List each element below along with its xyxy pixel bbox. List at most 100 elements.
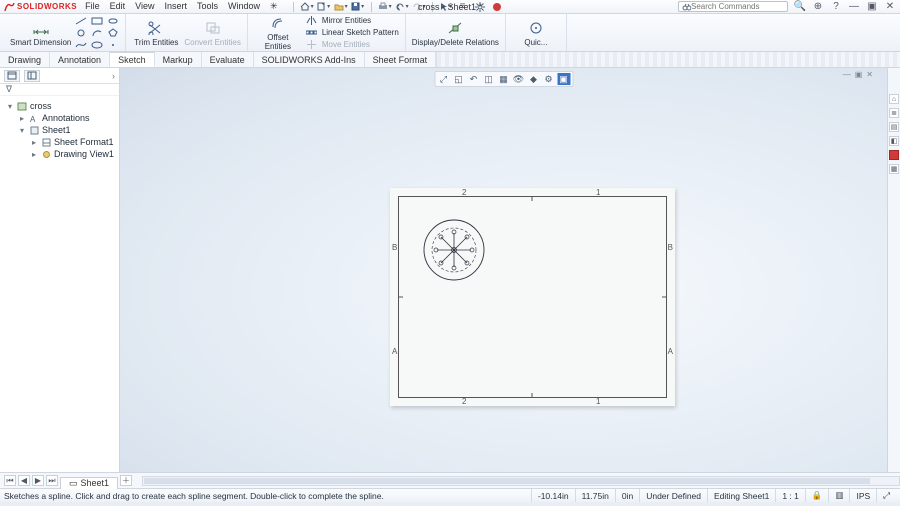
menu-more-icon[interactable]: ✳ — [270, 1, 278, 12]
feature-filter[interactable]: ∇ — [0, 84, 119, 96]
circle-icon[interactable] — [75, 28, 87, 38]
polygon-icon[interactable] — [107, 28, 119, 38]
ribbon: Smart Dimension Trim Entities Convert En… — [0, 14, 900, 52]
sheet-tab-active[interactable]: ▭ Sheet1 — [60, 477, 118, 489]
mirror-icon — [306, 16, 318, 26]
scene-button[interactable]: ◆ — [527, 73, 540, 85]
sheet-nav-next[interactable]: ▶ — [32, 475, 44, 486]
task-resources-icon[interactable]: ≣ — [889, 108, 899, 118]
feature-manager-tabs: › — [0, 68, 119, 84]
sheet-nav-prev[interactable]: ◀ — [18, 475, 30, 486]
tab-addins[interactable]: SOLIDWORKS Add-Ins — [254, 52, 365, 67]
tree-root[interactable]: ▾cross — [4, 100, 115, 112]
zone-left-b: B — [392, 243, 397, 252]
tab-markup[interactable]: Markup — [155, 52, 202, 67]
sheet-add-button[interactable]: ＋ — [120, 475, 132, 486]
tree-sheet-format[interactable]: ▸Sheet Format1 — [4, 136, 115, 148]
minimize-button[interactable]: — — [848, 2, 860, 12]
help-icon[interactable]: ? — [830, 2, 842, 12]
menu-view[interactable]: View — [135, 1, 154, 12]
new-document-button[interactable] — [317, 1, 331, 13]
spline-icon[interactable] — [75, 40, 87, 50]
zone-right-a: A — [668, 347, 673, 356]
status-units[interactable]: IPS — [849, 489, 876, 502]
status-fullscreen-icon[interactable]: ⤢ — [876, 489, 896, 502]
view-settings-button[interactable]: ⚙ — [542, 73, 555, 85]
sheet-border: 2 1 2 1 B A B A — [398, 196, 667, 398]
mirror-entities-button[interactable]: Mirror Entities — [306, 15, 399, 26]
quick-snaps-button[interactable]: Quic... — [512, 19, 560, 47]
undo-button[interactable] — [395, 1, 409, 13]
app-logo-icon — [4, 2, 15, 12]
zoom-fit-button[interactable]: ⤢ — [437, 73, 450, 85]
status-lock-icon[interactable]: 🔒 — [805, 489, 829, 502]
hide-show-button[interactable]: 👁 — [512, 73, 525, 85]
open-document-button[interactable] — [334, 1, 348, 13]
appearance-button[interactable] — [490, 1, 504, 13]
home-button[interactable] — [300, 1, 314, 13]
display-style-button[interactable]: ▦ — [497, 73, 510, 85]
fm-tab-property[interactable] — [24, 70, 40, 82]
drawing-view-cross[interactable] — [419, 215, 489, 285]
annotations-icon: A — [29, 113, 39, 123]
zone-left-a: A — [392, 347, 397, 356]
trim-entities-button[interactable]: Trim Entities — [132, 19, 180, 47]
slot-icon[interactable] — [107, 16, 119, 26]
close-button[interactable]: ✕ — [884, 2, 896, 12]
workspace: › ∇ ▾cross ▸AAnnotations ▾Sheet1 ▸Sheet … — [0, 68, 900, 488]
tab-evaluate[interactable]: Evaluate — [202, 52, 254, 67]
prev-view-button[interactable]: ↶ — [467, 73, 480, 85]
tab-sketch[interactable]: Sketch — [110, 52, 155, 67]
ellipse-icon[interactable] — [91, 40, 103, 50]
tab-sheet-format[interactable]: Sheet Format — [365, 52, 437, 67]
tree-drawing-view[interactable]: ▸Drawing View1 — [4, 148, 115, 160]
tree-annotations[interactable]: ▸AAnnotations — [4, 112, 115, 124]
menu-edit[interactable]: Edit — [110, 1, 126, 12]
tab-drawing[interactable]: Drawing — [0, 52, 50, 67]
drawing-sheet[interactable]: 2 1 2 1 B A B A — [390, 188, 675, 406]
task-palette-icon[interactable]: ◧ — [889, 136, 899, 146]
task-library-icon[interactable]: ▤ — [889, 122, 899, 132]
heads-up-toolbar: ⤢ ◱ ↶ ◫ ▦ 👁 ◆ ⚙ ▣ — [434, 71, 573, 87]
arc-icon[interactable] — [91, 28, 103, 38]
fm-expand-icon[interactable]: › — [112, 71, 115, 81]
sheet-nav-first[interactable]: ⏮ — [4, 475, 16, 486]
whatsnew-icon[interactable]: ⊕ — [812, 2, 824, 12]
task-custom-icon[interactable]: ▦ — [889, 164, 899, 174]
save-button[interactable] — [351, 1, 365, 13]
menu-tools[interactable]: Tools — [197, 1, 218, 12]
graphics-area[interactable]: ⤢ ◱ ↶ ◫ ▦ 👁 ◆ ⚙ ▣ — ▣ ✕ 2 1 2 1 B A B A — [120, 68, 887, 472]
tab-annotation[interactable]: Annotation — [50, 52, 110, 67]
zoom-area-button[interactable]: ◱ — [452, 73, 465, 85]
smart-dimension-button[interactable]: Smart Dimension — [10, 19, 71, 47]
view-cube-button[interactable]: ▣ — [557, 73, 570, 85]
mdi-restore[interactable]: ▣ — [855, 70, 863, 79]
status-scale[interactable]: 1 : 1 — [775, 489, 805, 502]
mdi-minimize[interactable]: — — [843, 70, 851, 79]
fm-tab-tree[interactable] — [4, 70, 20, 82]
menu-insert[interactable]: Insert — [165, 1, 188, 12]
zone-top-1: 1 — [596, 188, 600, 197]
menu-window[interactable]: Window — [228, 1, 260, 12]
point-icon[interactable] — [107, 40, 119, 50]
search-input[interactable] — [691, 2, 781, 11]
section-view-button[interactable]: ◫ — [482, 73, 495, 85]
corner-rect-icon[interactable] — [91, 16, 103, 26]
horizontal-scrollbar[interactable] — [142, 476, 900, 486]
mdi-close[interactable]: ✕ — [866, 70, 873, 79]
tree-sheet[interactable]: ▾Sheet1 — [4, 124, 115, 136]
print-button[interactable] — [378, 1, 392, 13]
search-icon[interactable]: 🔍 — [794, 2, 806, 12]
task-home-icon[interactable]: ⌂ — [889, 94, 899, 104]
task-appearances-icon[interactable] — [889, 150, 899, 160]
convert-icon — [204, 19, 222, 37]
offset-entities-button[interactable]: Offset Entities — [254, 14, 302, 51]
linear-sketch-pattern-button[interactable]: Linear Sketch Pattern — [306, 27, 399, 38]
status-filter-icon[interactable]: ▥ — [828, 489, 849, 502]
display-delete-relations-button[interactable]: Display/Delete Relations — [412, 19, 499, 47]
sheet-nav-last[interactable]: ⏭ — [46, 475, 58, 486]
search-commands[interactable] — [678, 1, 788, 12]
menu-file[interactable]: File — [85, 1, 100, 12]
line-icon[interactable] — [75, 16, 87, 26]
restore-button[interactable]: ▣ — [866, 2, 878, 12]
